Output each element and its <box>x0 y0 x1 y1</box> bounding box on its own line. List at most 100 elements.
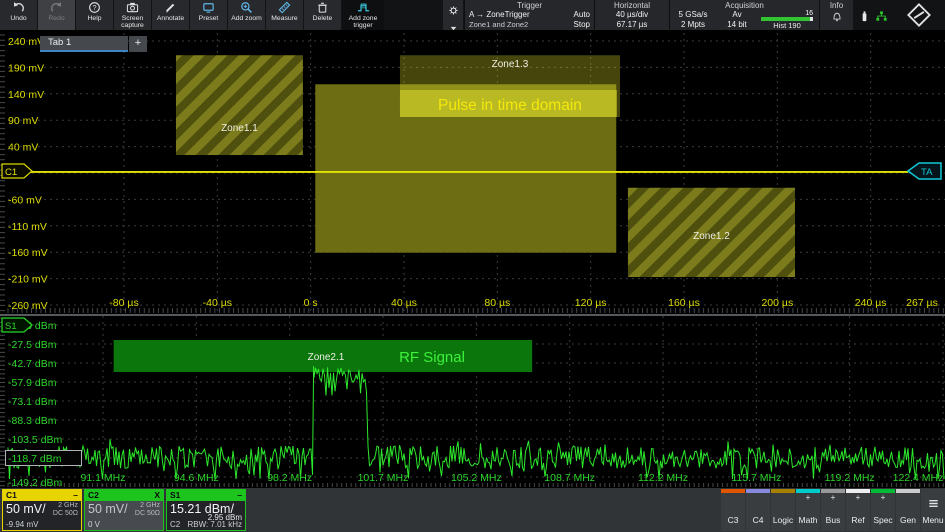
spectrum-x-label: 94.6 MHz <box>174 472 219 484</box>
s1-source: C2 <box>170 520 180 529</box>
scope-graticule: Zone1.1 Zone1.2 Zone1.3 Pulse in time domai… <box>0 30 945 488</box>
zone-1-2-label: Zone1.2 <box>693 231 730 242</box>
c2-coupling: DC 50Ω <box>135 510 160 518</box>
spectrum-x-label: 108.7 MHz <box>544 472 595 484</box>
pencil-icon <box>164 1 177 14</box>
preset-display-icon <box>202 1 215 14</box>
badge-c1-name: C1 <box>6 490 17 501</box>
signal-bar: C1 – 50 mV/ 2 GHz DC 50Ω -9.94 mV C2 X <box>0 488 945 532</box>
channel-button-spec[interactable]: + Spec <box>871 489 895 531</box>
trigger-panel[interactable]: Trigger A → ZoneTrigger Auto Zone1 and Z… <box>464 0 594 30</box>
channel-button-label: Spec <box>873 515 892 525</box>
toolbar-buttons: UndoRedo?HelpScreen captureAnnotatePrese… <box>0 0 385 30</box>
usb-icon <box>858 10 871 28</box>
add-tab-button[interactable]: + <box>129 36 147 52</box>
time-y-label: 90 mV <box>8 115 38 127</box>
toolbar-button-preset[interactable]: Preset <box>190 0 227 30</box>
channel-button-ref[interactable]: + Ref <box>846 489 870 531</box>
acquisition-average-column: 16 Hist 190 <box>758 10 816 30</box>
toolbar-button-screen-capture[interactable]: Screen capture <box>114 0 151 30</box>
channel-button-gen[interactable]: Gen <box>896 489 920 531</box>
sample-rate: 5 GSa/s <box>670 10 716 20</box>
average-progress-fill <box>761 17 810 21</box>
toolbar-button-label: Delete <box>313 15 333 22</box>
zone-1-1-label: Zone1.1 <box>221 123 258 134</box>
zone-1-1[interactable] <box>176 55 303 155</box>
channel-button-logic[interactable]: Logic <box>771 489 795 531</box>
average-progress-bar <box>761 17 813 21</box>
trigger-source: A → ZoneTrigger <box>469 10 530 20</box>
pulse-annotation: Pulse in time domain <box>438 97 582 114</box>
toolbar-button-undo[interactable]: Undo <box>0 0 37 30</box>
spectrum-y-label: -118.7 dBm <box>8 453 62 465</box>
plus-icon: + <box>881 493 886 503</box>
menu-button[interactable]: Menu <box>921 489 945 531</box>
toolbar-button-measure[interactable]: Measure <box>266 0 303 30</box>
spectrum-y-label: -27.5 dBm <box>8 339 57 351</box>
spectrum-y-label: -149.2 dBm <box>8 477 63 488</box>
svg-text:?: ? <box>93 5 97 12</box>
plus-icon: + <box>831 493 836 503</box>
channel-badge-c2[interactable]: C2 X 50 mV/ 2 GHz DC 50Ω 0 V <box>84 489 164 531</box>
channel-button-label: C4 <box>753 515 764 525</box>
channel-badge-c1[interactable]: C1 – 50 mV/ 2 GHz DC 50Ω -9.94 mV <box>2 489 82 531</box>
badge-c2-header: C2 X <box>85 490 163 501</box>
spectrum-badge-s1[interactable]: S1 – 15.21 dBm/ 2.95 dBm C2 RBW: 7.01 kH… <box>166 489 246 531</box>
toolbar-button-help[interactable]: ?Help <box>76 0 113 30</box>
notification-bell-icon[interactable] <box>820 10 853 25</box>
c1-offset: -9.94 mV <box>6 520 38 529</box>
channel-button-math[interactable]: +Math <box>796 489 820 531</box>
toolbar-button-redo[interactable]: Redo <box>38 0 75 30</box>
scope-display: Zone1.1 Zone1.2 Zone1.3 Pulse in time domai… <box>0 30 945 488</box>
info-panel[interactable]: Info <box>819 0 853 30</box>
time-x-label: 160 µs <box>668 297 700 309</box>
c1-bandwidth: 2 GHz <box>53 502 78 510</box>
record-length: 2 Mpts <box>670 20 716 30</box>
time-y-label: -260 mV <box>8 300 48 312</box>
toolbar-button-delete[interactable]: Delete <box>304 0 341 30</box>
acquisition-panel[interactable]: Acquisition 5 GSa/s 2 Mpts Av 14 bit 16 … <box>669 0 819 30</box>
toolbar-button-label: Add zoom <box>231 15 262 22</box>
channel-button-label: C3 <box>728 515 739 525</box>
trigger-panel-title: Trigger <box>465 0 594 10</box>
zone-1-3-label: Zone1.3 <box>492 59 529 70</box>
minimize-icon[interactable]: – <box>237 490 242 501</box>
settings-gear-button[interactable] <box>448 3 459 21</box>
c1-coupling: DC 50Ω <box>53 510 78 518</box>
plus-icon: + <box>806 493 811 503</box>
trigger-ta-tag[interactable]: TA <box>908 163 941 179</box>
acquisition-rate-column: 5 GSa/s 2 Mpts <box>670 10 716 30</box>
time-x-label: -40 µs <box>203 297 232 309</box>
channel-button-label: Menu <box>922 515 943 525</box>
spectrum-y-label: -88.3 dBm <box>8 415 57 427</box>
channel-button-c3[interactable]: C3 <box>721 489 745 531</box>
plus-icon: + <box>856 493 861 503</box>
plot-divider[interactable] <box>0 314 945 316</box>
acquisition-mode-column: Av 14 bit <box>716 10 758 30</box>
zoom-plus-icon <box>240 1 253 14</box>
time-x-label: 120 µs <box>575 297 607 309</box>
channel1-tag[interactable]: C1 <box>2 164 32 178</box>
time-x-label: -80 µs <box>109 297 138 309</box>
info-panel-title: Info <box>820 0 853 10</box>
time-x-label: 40 µs <box>391 297 417 309</box>
toolbar-button-add-zone-trigger[interactable]: Add zone trigger <box>342 0 384 30</box>
channel-button-bus[interactable]: +Bus <box>821 489 845 531</box>
badge-c2-body: 50 mV/ 2 GHz DC 50Ω 0 V <box>85 501 163 530</box>
close-icon[interactable]: X <box>154 490 160 501</box>
channel-button-c4[interactable]: C4 <box>746 489 770 531</box>
horizontal-panel[interactable]: Horizontal 40 µs/div 67.17 µs <box>594 0 669 30</box>
minimize-icon[interactable]: – <box>73 490 78 501</box>
toolbar-button-annotate[interactable]: Annotate <box>152 0 189 30</box>
average-count: 16 <box>761 10 813 17</box>
spectrum-y-label: -103.5 dBm <box>8 434 63 446</box>
c2-offset: 0 V <box>88 520 100 529</box>
spectrum-y-label: -73.1 dBm <box>8 396 57 408</box>
channel-button-label: Ref <box>851 515 864 525</box>
horizontal-position: 67.17 µs <box>595 20 669 30</box>
menu-icon <box>927 497 940 507</box>
channel-color-stripe <box>896 489 920 493</box>
time-content: Zone1.1 Zone1.2 Zone1.3 Pulse in time domai… <box>8 55 908 277</box>
tab-tab1[interactable]: Tab 1 <box>40 36 128 52</box>
toolbar-button-add-zoom[interactable]: Add zoom <box>228 0 265 30</box>
